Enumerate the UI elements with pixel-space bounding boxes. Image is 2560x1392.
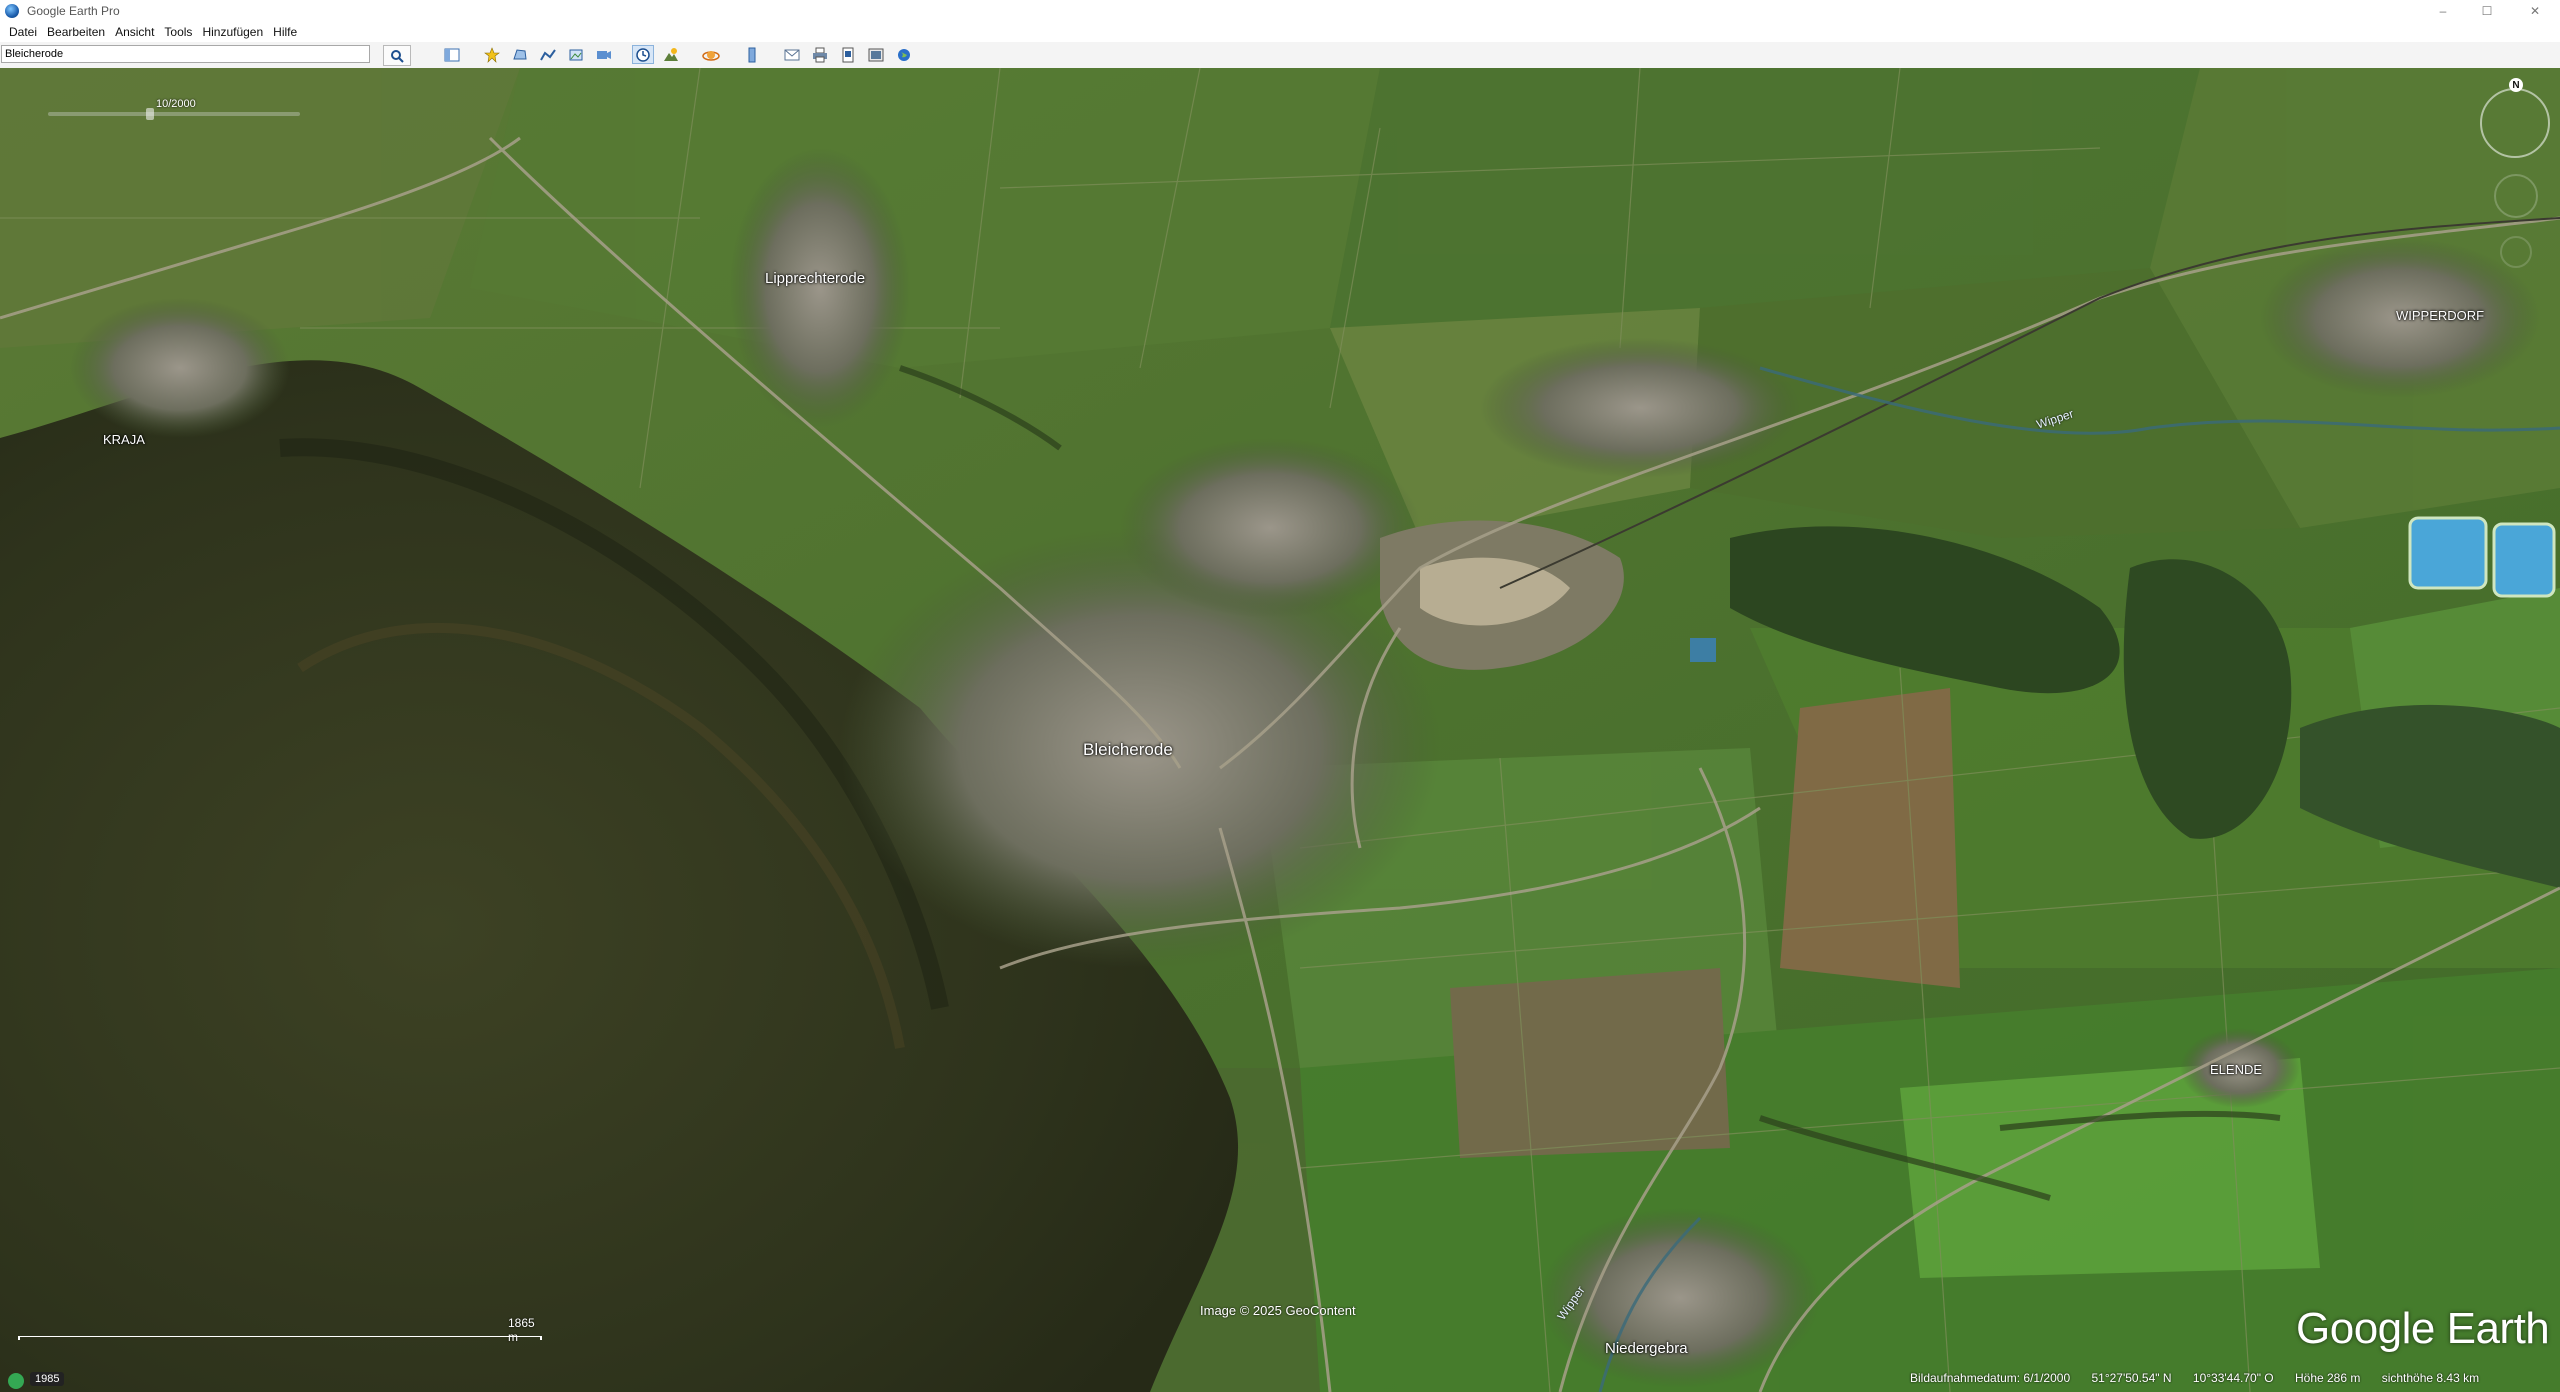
menu-datei[interactable]: Datei: [9, 25, 37, 39]
polygon-icon: [513, 48, 527, 59]
planets-icon: [702, 50, 720, 61]
scale-bar: [18, 1336, 542, 1340]
search-button[interactable]: [383, 45, 411, 66]
add-path-button[interactable]: [537, 45, 559, 64]
historical-imagery-icon: [636, 47, 650, 62]
latitude-readout: 51°27'50.54" N: [2091, 1371, 2172, 1385]
window-title-bar: Google Earth Pro – ☐ ✕: [0, 0, 2560, 23]
search-icon: [391, 49, 404, 63]
zoom-control[interactable]: [2500, 236, 2532, 268]
save-image-button[interactable]: [837, 45, 859, 64]
place-label-niedergebra[interactable]: Niedergebra: [1605, 1340, 1688, 1357]
move-joystick[interactable]: [2494, 174, 2538, 218]
place-label-elende[interactable]: ELENDE: [2210, 1062, 2262, 1077]
imagery-copyright: Image © 2025 GeoContent: [1200, 1303, 1356, 1318]
print-button[interactable]: [809, 45, 831, 64]
zoom-slider-track[interactable]: [48, 112, 300, 116]
record-tour-button[interactable]: [593, 45, 615, 64]
look-joystick[interactable]: [2480, 88, 2550, 158]
placemark-icon: [484, 46, 500, 63]
satellite-imagery[interactable]: [0, 68, 2560, 1392]
earth-view-button[interactable]: [893, 45, 915, 64]
view-in-maps-button[interactable]: [865, 45, 887, 64]
email-icon: [784, 49, 800, 60]
longitude-readout: 10°33'44.70" O: [2192, 1371, 2274, 1385]
menu-bearbeiten[interactable]: Bearbeiten: [47, 25, 105, 39]
sidebar-toggle-button[interactable]: [441, 45, 463, 64]
toolbar: [0, 42, 2560, 69]
status-bar: Bildaufnahmedatum: 6/1/2000 51°27'50.54"…: [1910, 1371, 2497, 1385]
ruler-icon: [748, 47, 756, 62]
save-image-icon: [842, 47, 854, 62]
planets-button[interactable]: [700, 45, 722, 64]
place-label-bleicherode[interactable]: Bleicherode: [1083, 740, 1173, 760]
scale-legend: 1865 m: [18, 1316, 542, 1344]
google-earth-logo: Google Earth: [2296, 1304, 2550, 1353]
historical-imagery-button[interactable]: [632, 45, 654, 64]
minimize-button[interactable]: –: [2424, 0, 2462, 22]
record-tour-icon: [597, 50, 611, 59]
window-title: Google Earth Pro: [27, 4, 120, 18]
add-placemark-button[interactable]: [481, 45, 503, 64]
place-label-kraja[interactable]: KRAJA: [103, 432, 145, 447]
map-viewport[interactable]: Lipprechterode KRAJA Bleicherode WIPPERD…: [0, 68, 2560, 1392]
historical-imagery-toggle-icon[interactable]: [8, 1373, 24, 1389]
menu-tools[interactable]: Tools: [164, 25, 192, 39]
view-in-maps-icon: [868, 48, 884, 61]
sidebar-icon: [444, 48, 460, 61]
eye-altitude-readout: sichthöhe 8.43 km: [2381, 1371, 2480, 1385]
earth-icon: [898, 48, 910, 61]
zoom-slider-knob[interactable]: [146, 108, 154, 120]
maximize-button[interactable]: ☐: [2468, 0, 2506, 22]
search-input[interactable]: [1, 45, 370, 63]
menu-bar: Datei Bearbeiten Ansicht Tools Hinzufüge…: [0, 22, 2560, 42]
print-icon: [813, 47, 827, 62]
menu-hilfe[interactable]: Hilfe: [273, 25, 297, 39]
add-image-overlay-button[interactable]: [565, 45, 587, 64]
elevation-readout: Höhe 286 m: [2294, 1371, 2361, 1385]
sun-icon: [664, 47, 678, 61]
place-label-wipperdorf[interactable]: WIPPERDORF: [2396, 308, 2484, 323]
place-label-lipprechterode[interactable]: Lipprechterode: [765, 270, 865, 287]
path-icon: [540, 48, 556, 60]
ruler-button[interactable]: [741, 45, 763, 64]
historical-year-badge[interactable]: 1985: [30, 1372, 65, 1386]
add-polygon-button[interactable]: [509, 45, 531, 64]
zoom-slider[interactable]: 10/2000: [26, 98, 322, 120]
imagery-date: Bildaufnahmedatum: 6/1/2000: [1910, 1371, 2071, 1385]
close-button[interactable]: ✕: [2516, 0, 2554, 22]
email-button[interactable]: [781, 45, 803, 64]
zoom-slider-label: 10/2000: [156, 98, 196, 110]
google-earth-app-icon: [5, 4, 19, 18]
menu-ansicht[interactable]: Ansicht: [115, 25, 154, 39]
sunlight-button[interactable]: [660, 45, 682, 64]
navigation-controls[interactable]: N: [2474, 76, 2558, 296]
menu-hinzufuegen[interactable]: Hinzufügen: [202, 25, 263, 39]
image-overlay-icon: [569, 49, 583, 60]
